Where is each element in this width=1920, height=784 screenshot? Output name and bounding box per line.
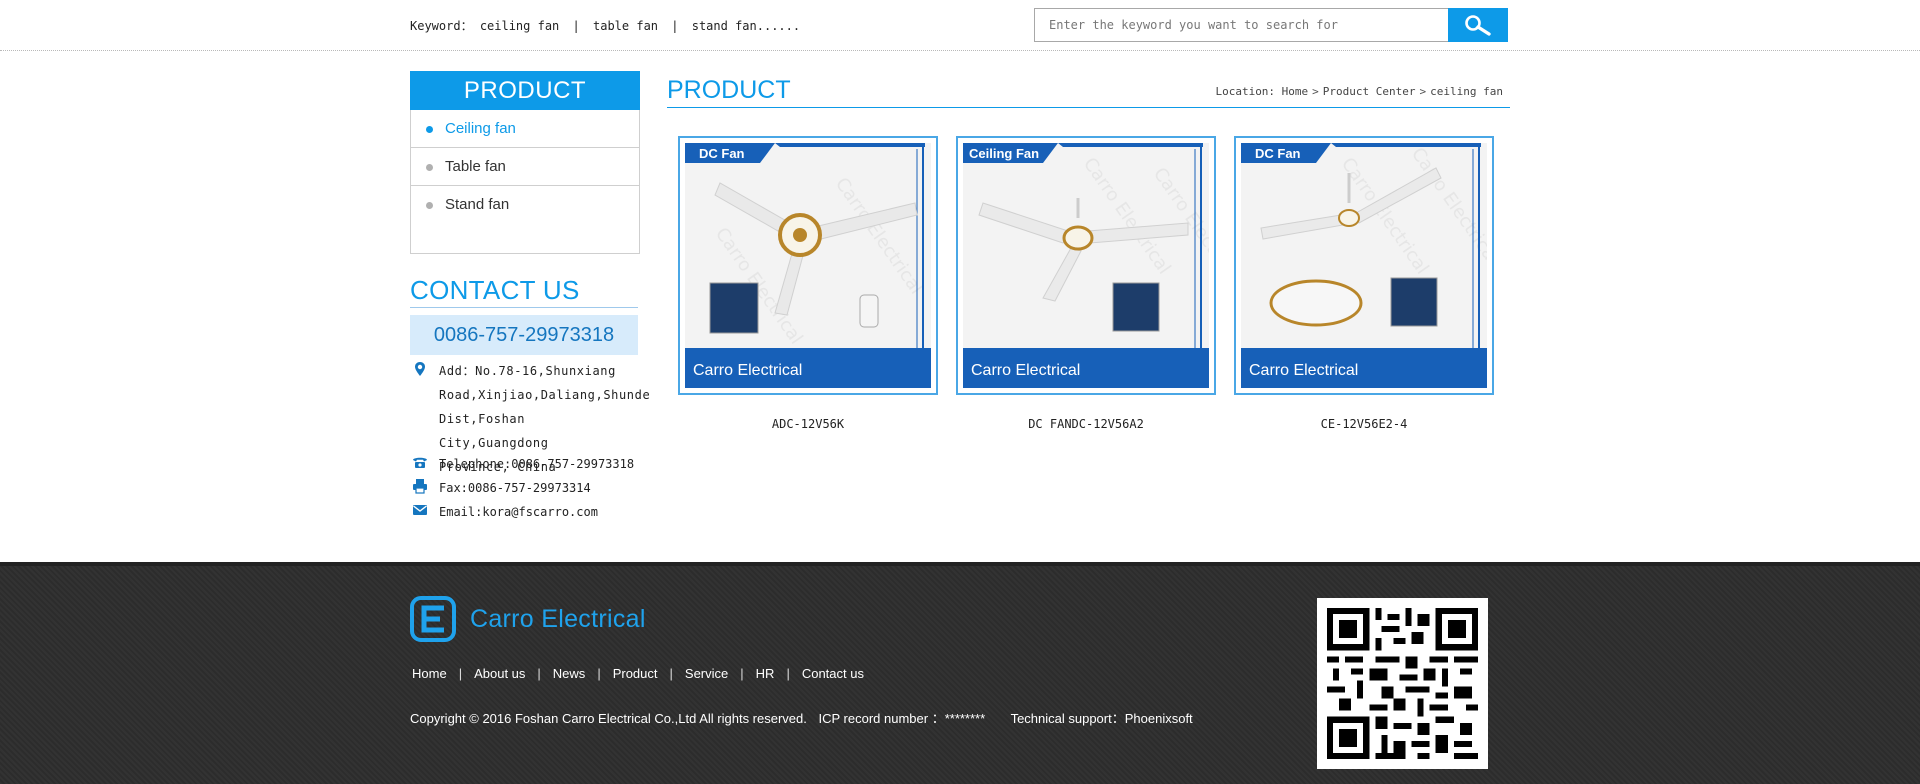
search-input[interactable] <box>1034 8 1449 42</box>
product-card[interactable]: Carro Electrical Carro Electrical DC Fan … <box>678 136 938 431</box>
keyword-label: Keyword： <box>410 19 473 33</box>
contact-phone-banner: 0086-757-29973318 <box>410 315 638 355</box>
product-tag: DC Fan <box>699 146 745 161</box>
email-text[interactable]: Email:kora@fscarro.com <box>439 500 640 524</box>
search-bar <box>1034 8 1508 42</box>
footer-nav-news[interactable]: News <box>553 666 586 681</box>
category-item-table-fan[interactable]: Table fan <box>411 148 639 186</box>
icp-text: ICP record number ：******** <box>818 711 986 726</box>
nav-separator: | <box>537 666 541 681</box>
product-brand: Carro Electrical <box>971 362 1080 379</box>
chevron-right-icon: > <box>1419 85 1427 98</box>
category-item-stand-fan[interactable]: Stand fan <box>411 186 639 224</box>
ceiling-fan-image: Carro ElectricalCarro Electrical DC Fan … <box>1241 143 1487 388</box>
map-pin-icon <box>415 362 425 376</box>
telephone-text: Telephone:0086-757-29973318 <box>439 457 635 471</box>
footer-nav-about-us[interactable]: About us <box>474 666 525 681</box>
phone-icon <box>413 457 427 468</box>
magnifier-icon <box>1465 15 1491 36</box>
product-image: Carro ElectricalCarro Electrical Ceiling… <box>963 143 1209 388</box>
contact-telephone: Telephone:0086-757-29973318 <box>410 452 640 476</box>
product-image: Carro Electrical Carro Electrical DC Fan … <box>685 143 931 388</box>
product-image-frame[interactable]: Carro Electrical Carro Electrical DC Fan … <box>1234 136 1494 395</box>
product-brand: Carro Electrical <box>693 362 802 379</box>
address-line: Dist,Foshan City,Guangdong <box>439 412 549 450</box>
keyword-table-fan[interactable]: table fan <box>593 19 658 33</box>
qr-code <box>1317 598 1488 769</box>
bullet-dot-icon <box>426 202 433 209</box>
keyword-separator: | <box>671 19 679 33</box>
address-line: Add：No.78-16,Shunxiang <box>439 364 616 378</box>
breadcrumb-current: ceiling fan <box>1430 85 1503 98</box>
footer-nav-service[interactable]: Service <box>685 666 728 681</box>
category-label: Table fan <box>445 158 506 175</box>
breadcrumb-product-center[interactable]: Product Center <box>1323 85 1416 98</box>
footer-nav: Home | About us | News | Product | Service | HR | Co… <box>412 666 864 681</box>
contact-title: CONTACT US <box>410 275 638 308</box>
footer-nav-product[interactable]: Product <box>613 666 658 681</box>
product-card[interactable]: Carro Electrical Carro Electrical DC Fan … <box>1234 136 1494 431</box>
title-divider <box>667 107 1510 108</box>
fax-text: Fax:0086-757-29973314 <box>439 481 591 495</box>
category-list: Ceiling fan Table fan Stand fan <box>410 110 640 254</box>
footer-nav-contact-us[interactable]: Contact us <box>802 666 864 681</box>
page-title: PRODUCT <box>667 76 791 104</box>
ceiling-fan-image: Carro ElectricalCarro Electrical Ceiling… <box>963 143 1209 388</box>
product-name[interactable]: DC FANDC-12V56A2 <box>956 417 1216 431</box>
product-brand: Carro Electrical <box>1249 362 1358 379</box>
footer-nav-home[interactable]: Home <box>412 666 447 681</box>
product-image-frame[interactable]: Carro Electrical Carro Electrical DC Fan … <box>678 136 938 395</box>
copyright-text: Copyright © 2016 Foshan Carro Electrical… <box>410 711 807 726</box>
nav-separator: | <box>597 666 601 681</box>
address-line: Road,Xinjiao,Daliang,Shunde <box>439 388 651 402</box>
bullet-dot-icon <box>426 164 433 171</box>
qr-code-icon <box>1327 608 1478 759</box>
product-image: Carro Electrical Carro Electrical DC Fan … <box>1241 143 1487 388</box>
bullet-dot-icon <box>426 126 433 133</box>
contact-email: Email:kora@fscarro.com <box>410 500 640 524</box>
keyword-stand-fan[interactable]: stand fan...... <box>692 19 800 33</box>
search-button[interactable] <box>1448 8 1508 42</box>
footer-nav-hr[interactable]: HR <box>756 666 775 681</box>
product-card[interactable]: Carro ElectricalCarro Electrical Ceiling… <box>956 136 1216 431</box>
product-tag: DC Fan <box>1255 146 1301 161</box>
footer: Carro Electrical Home | About us | News | Prod… <box>0 562 1920 784</box>
nav-separator: | <box>669 666 673 681</box>
product-category-title: PRODUCT <box>410 71 640 110</box>
contact-fax: Fax:0086-757-29973314 <box>410 476 640 500</box>
product-image-frame[interactable]: Carro ElectricalCarro Electrical Ceiling… <box>956 136 1216 395</box>
top-bar: Keyword： ceiling fan | table fan | stand… <box>0 0 1920 51</box>
chevron-right-icon: > <box>1312 85 1319 98</box>
carro-logo-icon <box>410 596 456 642</box>
envelope-icon <box>413 505 427 515</box>
ceiling-fan-image: Carro ElectricalCarro Electrical DC Fan … <box>685 143 931 388</box>
technical-support-text[interactable]: Technical support：Phoenixsoft <box>1011 711 1193 726</box>
keyword-separator: | <box>572 19 580 33</box>
logo-text: Carro Electrical <box>470 604 646 633</box>
keyword-bar: Keyword： ceiling fan | table fan | stand… <box>410 17 800 34</box>
product-name[interactable]: ADC-12V56K <box>678 417 938 431</box>
nav-separator: | <box>740 666 744 681</box>
keyword-ceiling-fan[interactable]: ceiling fan <box>480 19 559 33</box>
category-label: Stand fan <box>445 196 510 213</box>
copyright-line: Copyright © 2016 Foshan Carro Electrical… <box>410 708 1201 727</box>
product-tag: Ceiling Fan <box>969 146 1039 161</box>
breadcrumb-home[interactable]: Location: Home <box>1215 85 1308 98</box>
fax-icon <box>413 479 427 494</box>
footer-logo[interactable]: Carro Electrical <box>410 596 646 642</box>
product-name[interactable]: CE-12V56E2-4 <box>1234 417 1494 431</box>
category-item-ceiling-fan[interactable]: Ceiling fan <box>411 110 639 148</box>
breadcrumb: Location: Home > Product Center > ceiling fa… <box>1215 85 1503 98</box>
nav-separator: | <box>786 666 790 681</box>
category-label: Ceiling fan <box>445 120 516 137</box>
nav-separator: | <box>458 666 463 681</box>
